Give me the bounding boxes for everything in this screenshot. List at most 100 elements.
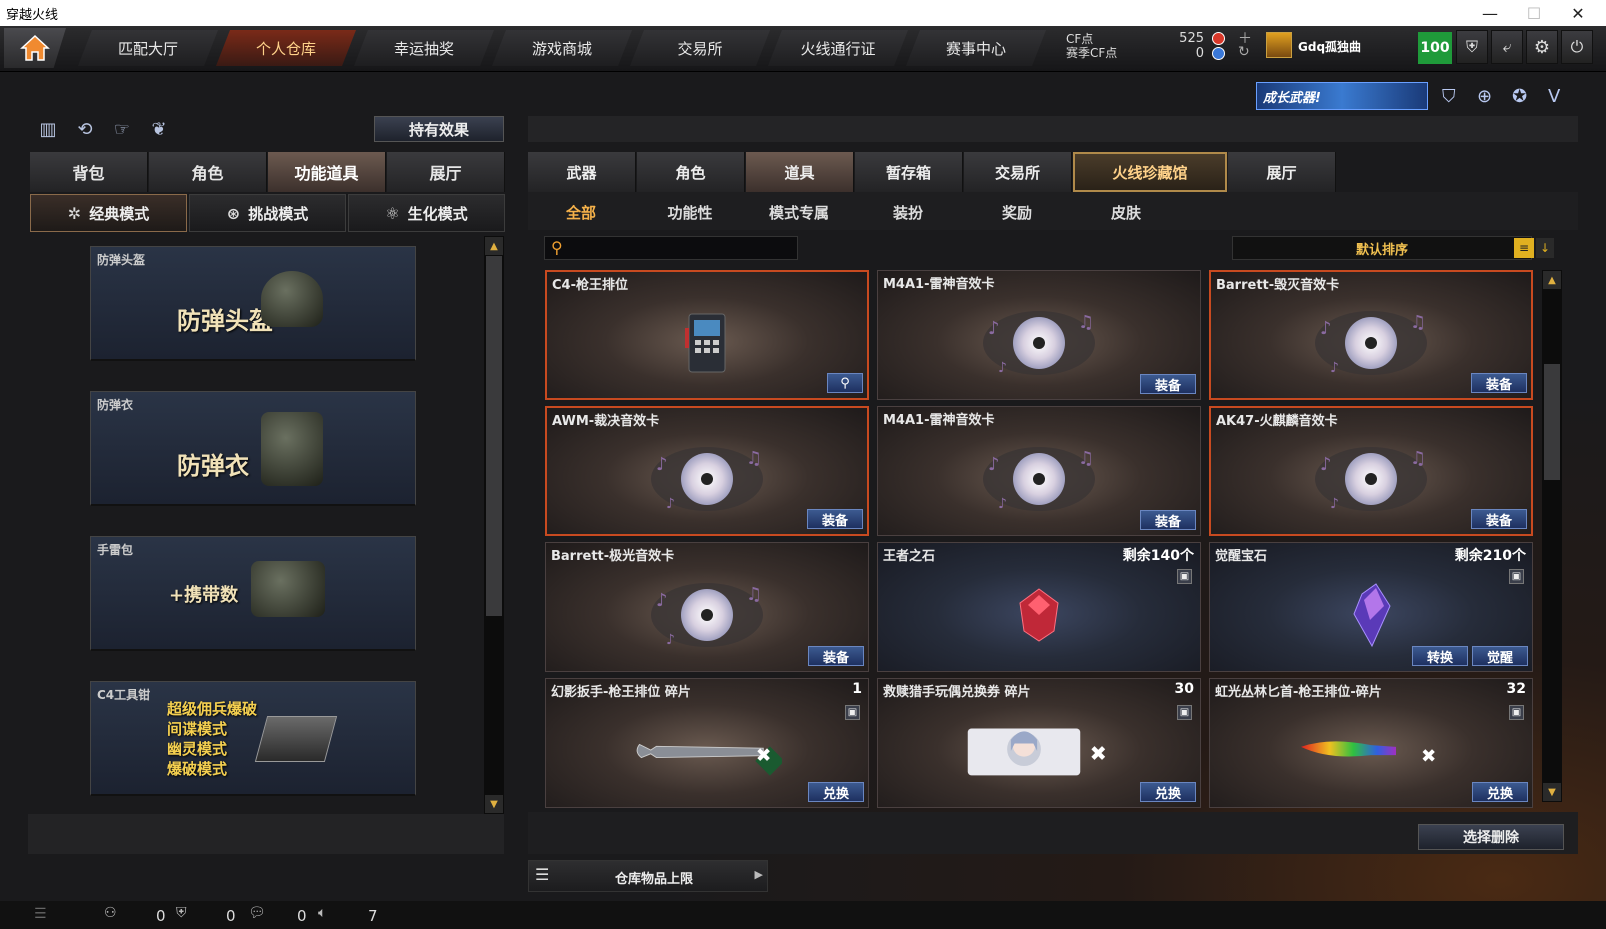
left-card-4[interactable]: C4工具钳 超级佣兵爆破 间谍模式 幽灵模式 爆破模式 [90, 681, 416, 796]
lock-icon[interactable]: ▣ [1509, 705, 1524, 720]
left-tab-4[interactable]: 展厅 [387, 152, 505, 192]
right-tab-5[interactable]: 交易所 [964, 152, 1072, 192]
chat-icon[interactable]: 💬︎ [248, 905, 266, 921]
item-action-button[interactable]: 装备 [807, 509, 863, 529]
hand-icon[interactable]: ☞ [109, 116, 135, 142]
left-card-3[interactable]: 手雷包 +携带数 [90, 536, 416, 651]
mode-tab-2[interactable]: ⊛ 挑战模式 [189, 194, 346, 232]
item-action-button[interactable]: 装备 [1471, 373, 1527, 393]
item-card[interactable]: 觉醒宝石 剩余210个 ▣ 觉醒 转换 [1209, 542, 1533, 672]
settings-button[interactable]: ⚙ [1526, 30, 1558, 64]
right-tab-1[interactable]: 武器 [528, 152, 636, 192]
lock-icon[interactable]: ▣ [1177, 569, 1192, 584]
hold-effect-button[interactable]: 持有效果 [374, 116, 504, 142]
left-tab-3[interactable]: 功能道具 [268, 152, 386, 192]
friends-icon[interactable]: ⚇ [104, 905, 117, 921]
globe-icon[interactable]: ⊕ [1477, 86, 1492, 107]
right-tab-7[interactable]: 展厅 [1228, 152, 1336, 192]
item-action-button[interactable]: 兑换 [808, 782, 864, 802]
item-action-button[interactable]: 装备 [1471, 509, 1527, 529]
item-card[interactable]: M4A1-雷神音效卡 ♪ ♫ ♪ 装备 [877, 270, 1201, 400]
growth-weapon-banner[interactable]: 成长武器! [1256, 82, 1428, 110]
lock-icon[interactable]: ▣ [1177, 705, 1192, 720]
right-scrollbar-thumb[interactable] [1544, 364, 1560, 480]
item-card[interactable]: 王者之石 剩余140个 ▣ [877, 542, 1201, 672]
right-scroll-down[interactable]: ▼ [1543, 783, 1561, 801]
avatar[interactable] [1266, 32, 1292, 58]
minimize-button[interactable]: — [1468, 0, 1512, 26]
v-logo-icon[interactable]: V [1548, 86, 1560, 107]
sort-dropdown[interactable]: 默认排序 [1232, 236, 1532, 260]
refresh-icon[interactable]: ↻ [1238, 44, 1250, 60]
history-icon[interactable]: ⟲ [72, 116, 98, 142]
home-button[interactable] [4, 28, 66, 68]
right-tab-2[interactable]: 角色 [637, 152, 745, 192]
right-scroll-up[interactable]: ▲ [1543, 271, 1561, 289]
item-action-button[interactable]: 装备 [808, 646, 864, 666]
maximize-button[interactable]: ☐ [1512, 0, 1556, 26]
ranking-icon[interactable]: ▥ [35, 116, 61, 142]
sort-direction-icon[interactable]: ↓ [1536, 238, 1554, 258]
lock-icon[interactable]: ▣ [1509, 569, 1524, 584]
sub-tab-3[interactable]: 模式专属 [749, 200, 849, 224]
item-card[interactable]: 虹光丛林匕首-枪王排位-碎片 32 ▣ ✖ 兑换 [1209, 678, 1533, 808]
left-tab-2[interactable]: 角色 [149, 152, 267, 192]
mode-tab-1[interactable]: ✲ 经典模式 [30, 194, 187, 232]
item-action-button[interactable]: 兑换 [1140, 782, 1196, 802]
svg-text:♪: ♪ [998, 360, 1007, 376]
clan-icon[interactable]: ⛨ [176, 905, 187, 921]
badge-icon[interactable]: ⛉ [1442, 86, 1456, 107]
close-button[interactable]: ✕ [1556, 0, 1600, 26]
left-scroll-down[interactable]: ▼ [485, 795, 503, 813]
right-tab-4[interactable]: 暂存箱 [855, 152, 963, 192]
item-convert-button[interactable]: 转换 [1412, 646, 1468, 666]
item-action-button[interactable]: 装备 [1140, 510, 1196, 530]
item-action-button[interactable]: 觉醒 [1472, 646, 1528, 666]
item-card[interactable]: 幻影扳手-枪王排位 碎片 1 ▣ ✖ 兑换 [545, 678, 869, 808]
nav-tab-6[interactable]: 火线通行证 [768, 30, 908, 66]
left-scroll-up[interactable]: ▲ [485, 237, 503, 255]
nav-tab-7[interactable]: 赛事中心 [906, 30, 1046, 66]
nav-tab-2[interactable]: 个人仓库 [216, 30, 356, 66]
item-card[interactable]: AK47-火麒麟音效卡 ♪ ♫ ♪ 装备 [1209, 406, 1533, 536]
left-card-2[interactable]: 防弹衣 防弹衣 [90, 391, 416, 506]
item-card[interactable]: 救赎猎手玩偶兑换券 碎片 30 ▣ ✖ 兑换 [877, 678, 1201, 808]
shield-button[interactable]: ⛨ [1456, 30, 1488, 64]
item-card[interactable]: C4-枪王排位 ⚲ [545, 270, 869, 400]
sub-tab-6[interactable]: 皮肤 [1076, 200, 1176, 224]
left-scrollbar-thumb[interactable] [486, 256, 502, 616]
item-action-button[interactable]: 兑换 [1472, 782, 1528, 802]
sub-tab-5[interactable]: 奖励 [967, 200, 1067, 224]
nav-tab-5[interactable]: 交易所 [630, 30, 770, 66]
svg-text:✖: ✖ [756, 745, 772, 766]
left-tab-1[interactable]: 背包 [30, 152, 148, 192]
sub-tab-2[interactable]: 功能性 [640, 200, 740, 224]
search-input[interactable]: ⚲ [544, 236, 798, 260]
storage-limit-bar[interactable]: ☰ 仓库物品上限 ▶ [528, 860, 768, 892]
item-card[interactable]: Barrett-毁灭音效卡 ♪ ♫ ♪ 装备 [1209, 270, 1533, 400]
left-card-1[interactable]: 防弹头盔 防弹头盔 [90, 246, 416, 361]
lock-icon[interactable]: ▣ [845, 705, 860, 720]
back-button[interactable]: ⤶ [1491, 30, 1523, 64]
nav-tab-1[interactable]: 匹配大厅 [78, 30, 218, 66]
right-tab-6[interactable]: 火线珍藏馆 [1073, 152, 1227, 192]
right-tab-3[interactable]: 道具 [746, 152, 854, 192]
medal-icon[interactable]: ✪ [1512, 86, 1527, 107]
nav-tab-4[interactable]: 游戏商城 [492, 30, 632, 66]
list-view-icon[interactable]: ≡ [1514, 238, 1534, 258]
item-preview-button[interactable]: ⚲ [827, 373, 863, 393]
speaker-icon[interactable]: 🔈︎ [318, 905, 326, 921]
item-card[interactable]: M4A1-雷神音效卡 ♪ ♫ ♪ 装备 [877, 406, 1201, 536]
power-button[interactable]: ⏻ [1561, 30, 1593, 64]
nav-tab-3[interactable]: 幸运抽奖 [354, 30, 494, 66]
item-action-button[interactable]: 装备 [1140, 374, 1196, 394]
menu-icon[interactable]: ☰ [34, 906, 47, 922]
mode-tab-3[interactable]: ⚛ 生化模式 [348, 194, 505, 232]
item-card[interactable]: Barrett-极光音效卡 ♪ ♫ ♪ 装备 [545, 542, 869, 672]
select-delete-button[interactable]: 选择删除 [1418, 824, 1564, 850]
sub-tab-1[interactable]: 全部 [531, 200, 631, 224]
bag-icon[interactable]: ❦ [146, 116, 172, 142]
right-scrollbar[interactable] [1542, 270, 1562, 802]
item-card[interactable]: AWM-裁决音效卡 ♪ ♫ ♪ 装备 [545, 406, 869, 536]
sub-tab-4[interactable]: 装扮 [858, 200, 958, 224]
